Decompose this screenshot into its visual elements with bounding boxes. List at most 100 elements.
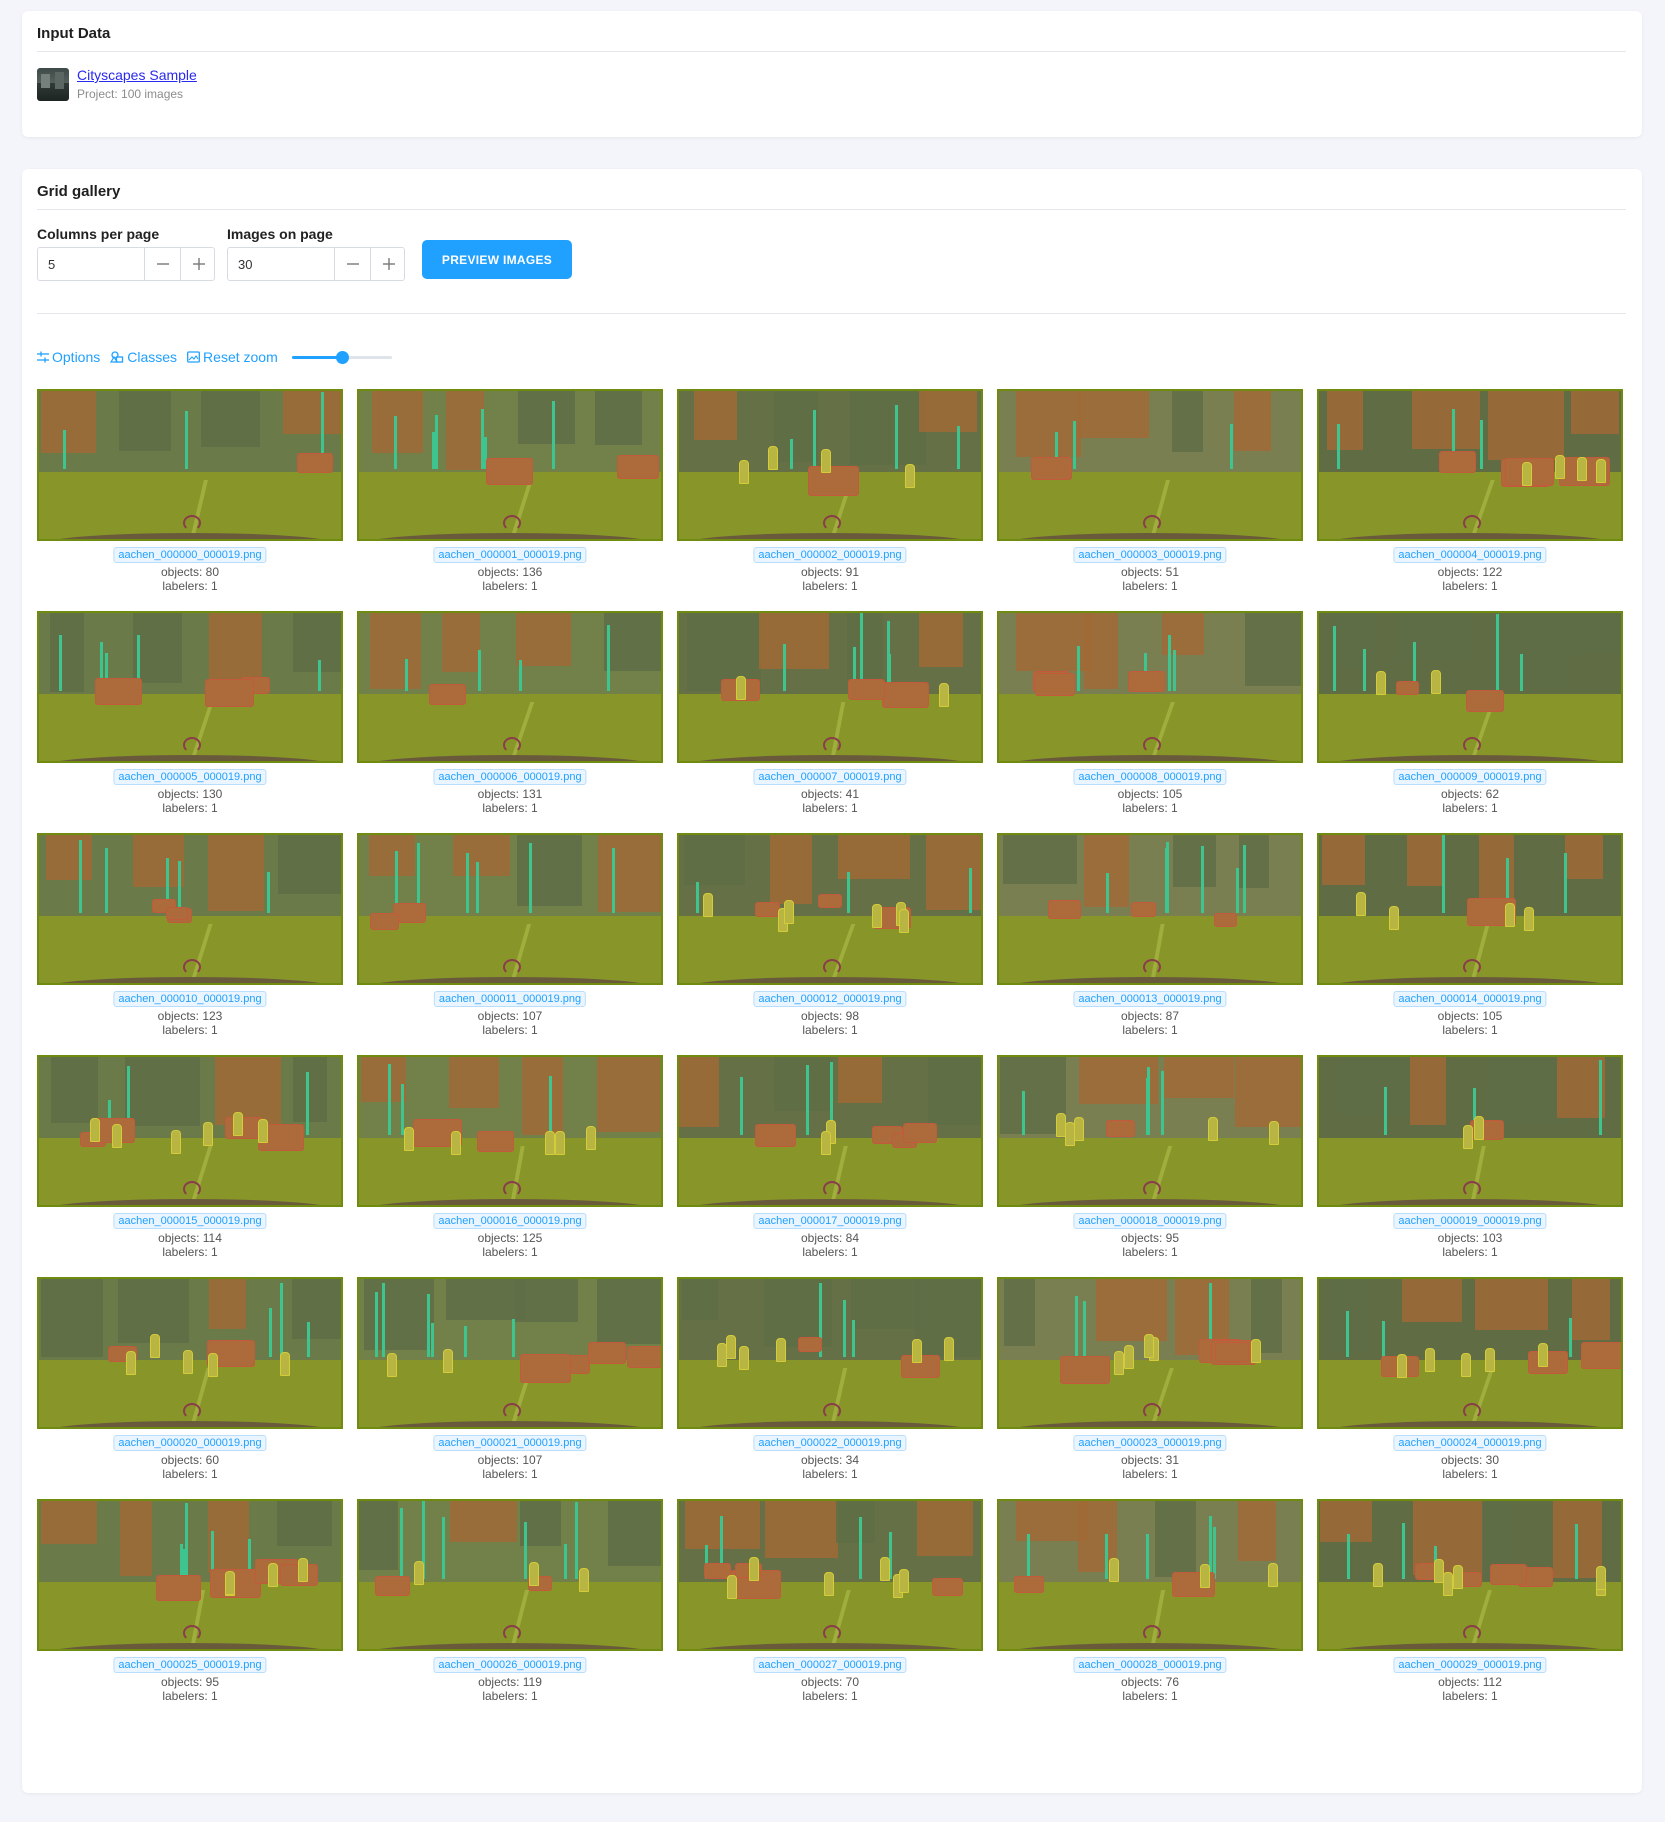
- image-name-tag[interactable]: aachen_000021_000019.png: [433, 1435, 587, 1451]
- image-name-tag[interactable]: aachen_000012_000019.png: [753, 991, 907, 1007]
- columns-per-page-input[interactable]: [38, 248, 144, 280]
- overlay-vehicle: [807, 466, 860, 496]
- image-thumbnail[interactable]: [37, 833, 343, 985]
- image-name-tag[interactable]: aachen_000023_000019.png: [1073, 1435, 1227, 1451]
- zoom-slider-handle[interactable]: [335, 351, 349, 364]
- image-name-tag[interactable]: aachen_000024_000019.png: [1393, 1435, 1547, 1451]
- image-name-tag[interactable]: aachen_000010_000019.png: [113, 991, 267, 1007]
- classes-button[interactable]: Classes: [110, 349, 177, 365]
- options-button[interactable]: Options: [37, 349, 100, 365]
- image-thumbnail[interactable]: [997, 1277, 1303, 1429]
- image-name-tag[interactable]: aachen_000004_000019.png: [1393, 547, 1547, 563]
- overlay-pole: [519, 659, 523, 691]
- overlay-person: [1267, 1563, 1278, 1588]
- image-thumbnail[interactable]: [997, 1499, 1303, 1651]
- shapes-icon: [110, 351, 124, 363]
- image-thumbnail[interactable]: [37, 1277, 343, 1429]
- image-thumbnail[interactable]: [37, 389, 343, 541]
- image-thumbnail[interactable]: [997, 1055, 1303, 1207]
- image-thumbnail[interactable]: [677, 1499, 983, 1651]
- images-on-page-input[interactable]: [228, 248, 334, 280]
- overlay-pole: [1166, 842, 1170, 913]
- image-thumbnail[interactable]: [1317, 833, 1623, 985]
- image-thumbnail[interactable]: [677, 833, 983, 985]
- overlay-hood-emblem: [1463, 515, 1481, 531]
- image-thumbnail[interactable]: [1317, 611, 1623, 763]
- image-name-tag[interactable]: aachen_000011_000019.png: [433, 991, 587, 1007]
- preview-images-button[interactable]: PREVIEW IMAGES: [422, 240, 572, 279]
- image-thumbnail[interactable]: [677, 611, 983, 763]
- image-thumbnail[interactable]: [37, 1055, 343, 1207]
- image-name-tag[interactable]: aachen_000014_000019.png: [1393, 991, 1547, 1007]
- gallery-toolbar: Options Classes Reset zoom: [37, 347, 392, 367]
- objects-count: objects: 119: [478, 1675, 542, 1689]
- image-thumbnail[interactable]: [997, 389, 1303, 541]
- image-name-tag[interactable]: aachen_000028_000019.png: [1073, 1657, 1227, 1673]
- images-increment-button[interactable]: [370, 248, 407, 280]
- image-thumbnail[interactable]: [1317, 1055, 1623, 1207]
- image-name-tag[interactable]: aachen_000013_000019.png: [1073, 991, 1227, 1007]
- image-name-tag[interactable]: aachen_000019_000019.png: [1393, 1213, 1547, 1229]
- image-name-tag[interactable]: aachen_000008_000019.png: [1073, 769, 1227, 785]
- image-name-tag[interactable]: aachen_000022_000019.png: [753, 1435, 907, 1451]
- image-name-tag[interactable]: aachen_000018_000019.png: [1073, 1213, 1227, 1229]
- overlay-person: [879, 1556, 890, 1581]
- image-name-tag[interactable]: aachen_000000_000019.png: [113, 547, 267, 563]
- image-thumbnail[interactable]: [1317, 1499, 1623, 1651]
- image-name-tag[interactable]: aachen_000002_000019.png: [753, 547, 907, 563]
- overlay-hood-emblem: [503, 1403, 521, 1419]
- labelers-count: labelers: 1: [802, 1245, 858, 1259]
- image-name-tag[interactable]: aachen_000009_000019.png: [1393, 769, 1547, 785]
- image-name-tag[interactable]: aachen_000020_000019.png: [113, 1435, 267, 1451]
- image-name-tag[interactable]: aachen_000001_000019.png: [433, 547, 587, 563]
- image-name-tag[interactable]: aachen_000006_000019.png: [433, 769, 587, 785]
- image-name-tag[interactable]: aachen_000026_000019.png: [433, 1657, 587, 1673]
- overlay-pole: [851, 1319, 855, 1357]
- image-thumbnail[interactable]: [357, 1277, 663, 1429]
- reset-zoom-button[interactable]: Reset zoom: [187, 349, 278, 365]
- overlay-building: [1171, 391, 1203, 453]
- gallery-item: aachen_000001_000019.png objects: 136 labe…: [357, 389, 663, 593]
- image-name-tag[interactable]: aachen_000015_000019.png: [113, 1213, 267, 1229]
- gallery-item: aachen_000023_000019.png objects: 31 label…: [997, 1277, 1303, 1481]
- image-thumbnail[interactable]: [37, 1499, 343, 1651]
- image-thumbnail[interactable]: [357, 389, 663, 541]
- overlay-hood-emblem: [503, 515, 521, 531]
- images-decrement-button[interactable]: [334, 248, 371, 280]
- overlay-vehicle: [1105, 1120, 1136, 1138]
- zoom-slider[interactable]: [291, 349, 392, 365]
- image-thumbnail[interactable]: [1317, 389, 1623, 541]
- image-thumbnail[interactable]: [357, 833, 663, 985]
- image-thumbnail[interactable]: [677, 1277, 983, 1429]
- overlay-hood-emblem: [1143, 737, 1161, 753]
- image-name-tag[interactable]: aachen_000025_000019.png: [113, 1657, 267, 1673]
- image-thumbnail[interactable]: [37, 611, 343, 763]
- overlay-hood-emblem: [503, 1181, 521, 1197]
- columns-increment-button[interactable]: [180, 248, 217, 280]
- overlay-pole: [1105, 872, 1109, 913]
- image-thumbnail[interactable]: [677, 389, 983, 541]
- image-thumbnail[interactable]: [357, 611, 663, 763]
- image-thumbnail[interactable]: [997, 611, 1303, 763]
- project-link[interactable]: Cityscapes Sample: [77, 67, 197, 83]
- image-name-tag[interactable]: aachen_000029_000019.png: [1393, 1657, 1547, 1673]
- image-name-tag[interactable]: aachen_000016_000019.png: [433, 1213, 587, 1229]
- overlay-pole: [1345, 1311, 1349, 1357]
- image-name-tag[interactable]: aachen_000003_000019.png: [1073, 547, 1227, 563]
- image-name-tag[interactable]: aachen_000027_000019.png: [753, 1657, 907, 1673]
- columns-decrement-button[interactable]: [144, 248, 181, 280]
- image-thumbnail[interactable]: [677, 1055, 983, 1207]
- overlay-building: [682, 1279, 718, 1320]
- image-thumbnail[interactable]: [357, 1055, 663, 1207]
- image-thumbnail[interactable]: [997, 833, 1303, 985]
- image-name-tag[interactable]: aachen_000005_000019.png: [113, 769, 267, 785]
- image-thumbnail[interactable]: [357, 1499, 663, 1651]
- gallery-item: aachen_000026_000019.png objects: 119 labe…: [357, 1499, 663, 1703]
- overlay-building: [1234, 1057, 1301, 1128]
- image-name-tag[interactable]: aachen_000007_000019.png: [753, 769, 907, 785]
- overlay-vehicle: [1031, 457, 1073, 481]
- image-thumbnail[interactable]: [1317, 1277, 1623, 1429]
- image-name-tag[interactable]: aachen_000017_000019.png: [753, 1213, 907, 1229]
- overlay-pole: [179, 1543, 183, 1579]
- overlay-building: [515, 1279, 579, 1322]
